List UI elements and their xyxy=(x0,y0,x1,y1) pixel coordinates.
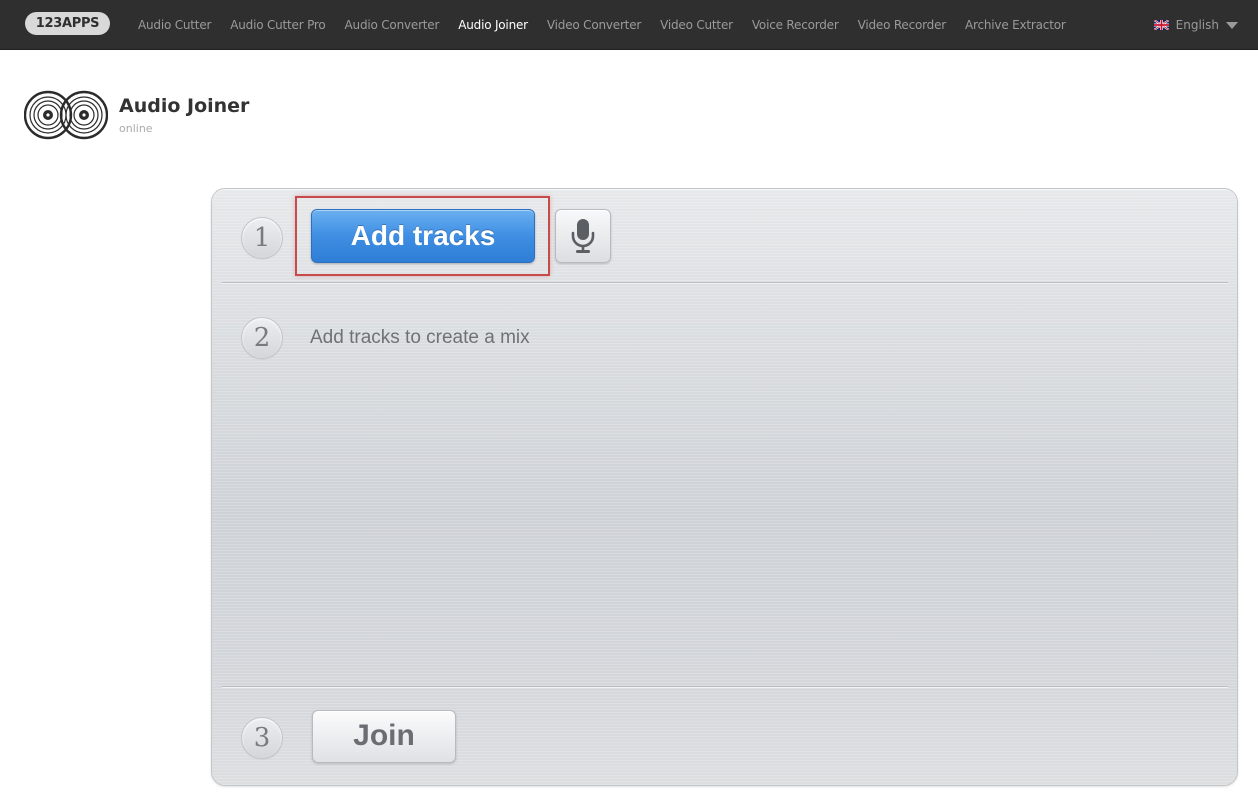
nav-item-video-converter[interactable]: Video Converter xyxy=(547,18,641,32)
add-tracks-button[interactable]: Add tracks xyxy=(311,209,535,263)
language-label: English xyxy=(1175,18,1219,32)
microphone-icon xyxy=(571,219,595,253)
app-nav: Audio Cutter Audio Cutter Pro Audio Conv… xyxy=(138,0,1085,50)
brand-logo[interactable]: 123APPS xyxy=(25,12,110,35)
chevron-down-icon xyxy=(1226,21,1238,29)
nav-item-audio-cutter-pro[interactable]: Audio Cutter Pro xyxy=(230,18,325,32)
page-title: Audio Joiner xyxy=(119,95,250,117)
nav-item-voice-recorder[interactable]: Voice Recorder xyxy=(752,18,839,32)
top-navbar: 123APPS Audio Cutter Audio Cutter Pro Au… xyxy=(0,0,1258,50)
nav-item-video-cutter[interactable]: Video Cutter xyxy=(660,18,733,32)
join-button[interactable]: Join xyxy=(312,710,456,763)
step-number-2: 2 xyxy=(241,317,283,359)
nav-item-audio-converter[interactable]: Audio Converter xyxy=(345,18,440,32)
nav-item-archive-extractor[interactable]: Archive Extractor xyxy=(965,18,1066,32)
uk-flag-icon xyxy=(1153,20,1169,30)
nav-item-audio-cutter[interactable]: Audio Cutter xyxy=(138,18,211,32)
vinyl-records-icon xyxy=(24,90,108,140)
record-audio-button[interactable] xyxy=(555,209,611,263)
step-divider xyxy=(222,686,1228,688)
step-number-1: 1 xyxy=(241,217,283,259)
nav-item-video-recorder[interactable]: Video Recorder xyxy=(858,18,947,32)
joiner-panel: 1 Add tracks 2 Add tracks to create a mi… xyxy=(211,188,1238,786)
language-selector[interactable]: English xyxy=(1153,0,1238,50)
step-number-3: 3 xyxy=(241,717,283,759)
empty-tracks-hint: Add tracks to create a mix xyxy=(310,327,530,348)
nav-item-audio-joiner[interactable]: Audio Joiner xyxy=(458,18,528,32)
step-divider xyxy=(222,282,1228,284)
page-subtitle: online xyxy=(119,122,153,135)
